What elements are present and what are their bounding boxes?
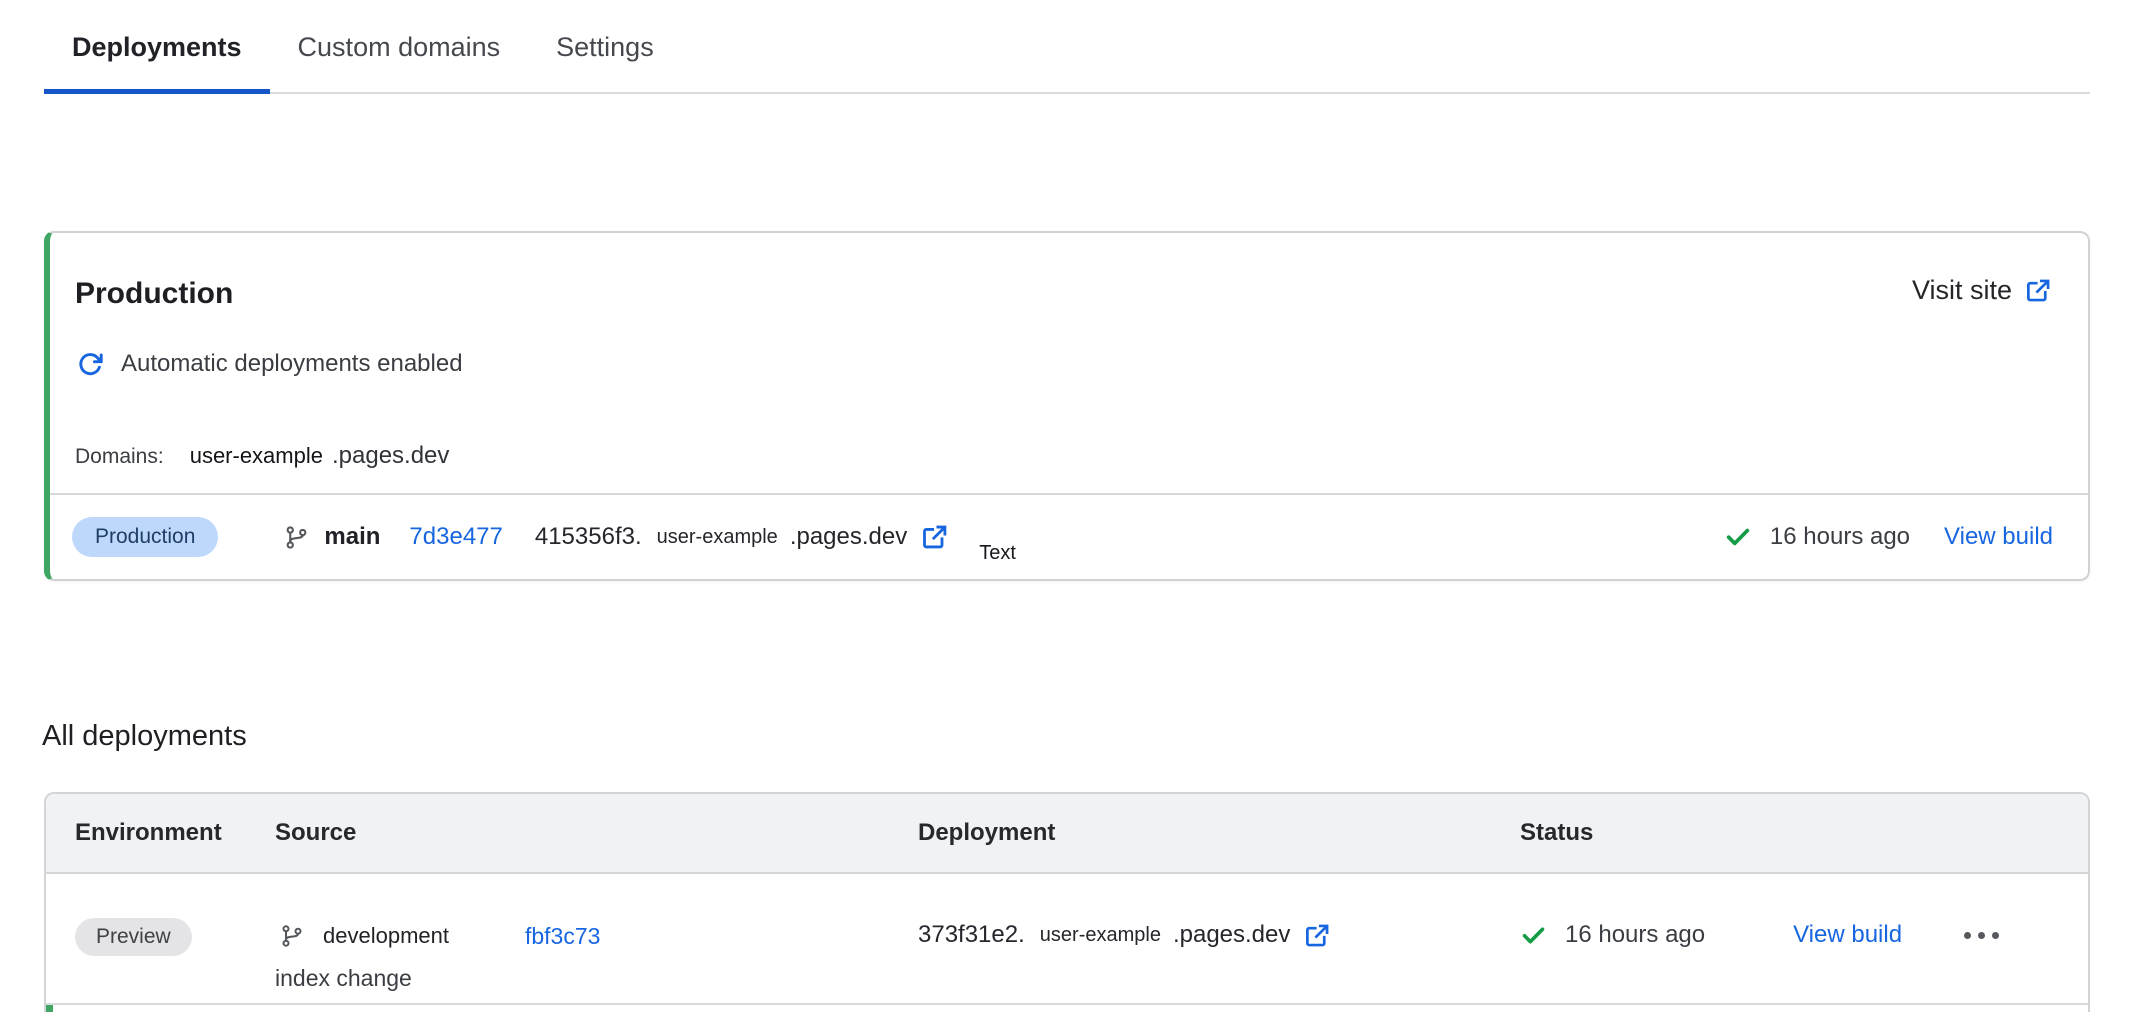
deployment-url-suffix: .pages.dev [1173, 921, 1290, 949]
next-row-accent-stub [46, 1005, 53, 1012]
environment-badge-production: Production [72, 517, 218, 557]
environment-badge-preview: Preview [75, 918, 192, 956]
production-card: Production Visit site Automa [44, 231, 2090, 581]
auto-deployments-status: Automatic deployments enabled [77, 349, 2088, 379]
check-icon [1724, 523, 1752, 551]
cell-source: development fbf3c73 index change [275, 874, 918, 1003]
domain-name: user-example [190, 441, 323, 471]
git-branch-icon [280, 924, 304, 948]
cell-deployment: 373f31e2. user-example .pages.dev [918, 874, 1520, 1003]
source-branch-line: development fbf3c73 [275, 918, 918, 954]
column-header-source: Source [275, 819, 918, 847]
table-header-row: Environment Source Deployment Status [46, 794, 2088, 874]
cell-environment: Preview [46, 874, 275, 1003]
cell-status: 16 hours ago View build [1520, 874, 2088, 1003]
deployment-url-prefix: 373f31e2. [918, 921, 1025, 949]
production-deployment-status: 16 hours ago View build [1724, 523, 2053, 551]
external-link-icon [2025, 277, 2052, 304]
production-commit-link[interactable]: 7d3e477 [409, 523, 502, 551]
pages-project-page: Deployments Custom domains Settings Prod… [0, 0, 2132, 1012]
deployment-url-prefix: 415356f3. [535, 523, 642, 551]
external-link-icon [921, 523, 949, 551]
domain-suffix: .pages.dev [332, 441, 449, 471]
visit-site-label: Visit site [1912, 275, 2012, 306]
overflow-menu-icon[interactable] [1962, 926, 2001, 945]
column-header-deployment: Deployment [918, 819, 1520, 847]
tab-bar: Deployments Custom domains Settings [44, 0, 2090, 94]
production-card-header: Production Visit site [50, 233, 2088, 311]
deployment-url-name: user-example [1040, 924, 1161, 947]
commit-message: index change [275, 964, 918, 992]
row-branch-name: development [323, 923, 449, 949]
tab-deployments[interactable]: Deployments [44, 26, 270, 94]
deployment-time: 16 hours ago [1770, 523, 1910, 551]
refresh-icon [77, 351, 104, 378]
production-branch-name: main [324, 523, 380, 551]
row-commit-link[interactable]: fbf3c73 [525, 923, 600, 950]
domains-label: Domains: [75, 442, 164, 472]
deployment-time: 16 hours ago [1565, 921, 1705, 949]
domains-line: Domains: user-example .pages.dev [75, 441, 2088, 472]
deployments-table: Environment Source Deployment Status Pre… [44, 792, 2090, 1012]
row-deployment-url-link[interactable]: 373f31e2. user-example .pages.dev [918, 918, 1520, 952]
production-card-title: Production [75, 277, 233, 311]
external-link-icon [1304, 922, 1331, 949]
check-icon [1520, 922, 1547, 949]
visit-site-link[interactable]: Visit site [1912, 275, 2052, 306]
all-deployments-heading: All deployments [42, 720, 2132, 752]
view-build-link[interactable]: View build [1944, 523, 2053, 551]
column-header-status: Status [1520, 819, 2088, 847]
deployment-url-name: user-example [657, 526, 778, 549]
production-deployment-row: Production main 7d3e477 415356f3. user-e… [50, 493, 2088, 579]
table-row: Preview development fbf3c73 [46, 874, 2088, 1005]
production-deployment-url-link[interactable]: 415356f3. user-example .pages.dev [535, 523, 949, 551]
auto-deployments-text: Automatic deployments enabled [121, 349, 463, 379]
view-build-link[interactable]: View build [1793, 921, 1902, 949]
deployment-url-suffix: .pages.dev [790, 523, 907, 551]
production-deployment-info: Production main 7d3e477 415356f3. user-e… [72, 517, 1016, 557]
column-header-environment: Environment [46, 819, 275, 847]
tab-custom-domains[interactable]: Custom domains [270, 26, 529, 94]
tab-settings[interactable]: Settings [528, 26, 682, 94]
git-branch-icon [284, 525, 309, 550]
deployment-note: Text [979, 542, 1016, 565]
